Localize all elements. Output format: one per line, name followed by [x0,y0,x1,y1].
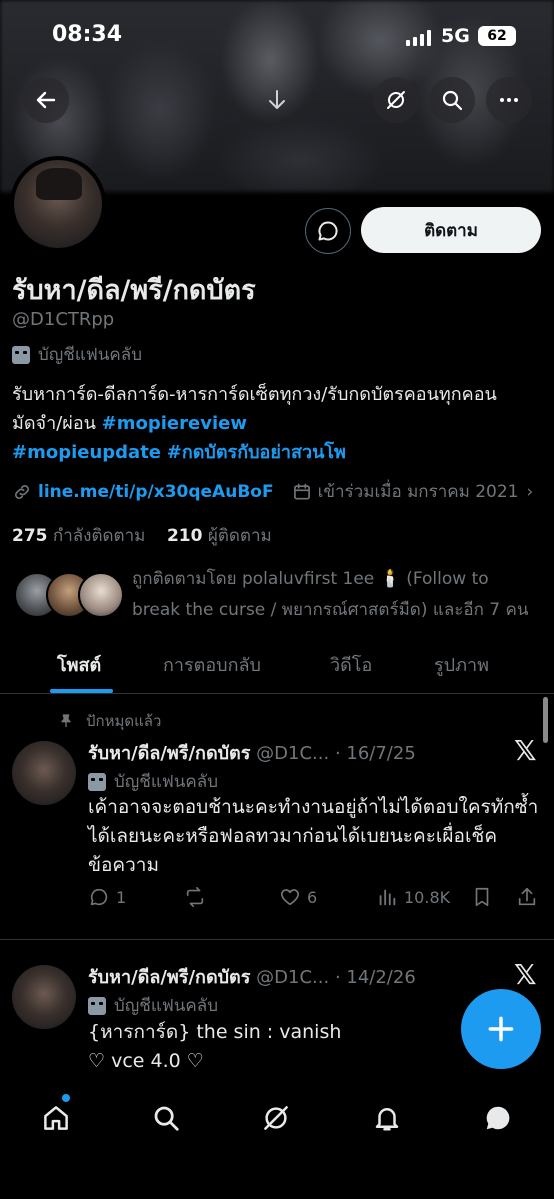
followers-link[interactable]: 210 ผู้ติดตาม [167,526,272,546]
nav-home[interactable] [36,1098,76,1138]
bookmark-button[interactable] [471,886,493,908]
arrow-left-icon [36,91,56,109]
reply-icon [90,888,108,906]
battery-icon: 62 [478,26,516,46]
post-author-handle: @D1C... [256,743,330,764]
joined-date: เข้าร่วมเมื่อ มกราคม 2021 [292,478,519,505]
bookmark-icon [475,887,489,907]
follow-counts: 275 กำลังติดตาม 210 ผู้ติดตาม [12,522,272,549]
followed-by-text: ถูกติดตามโดย polaluvfirst 1ee 🕯️ (Follow… [132,569,529,620]
nav-explore[interactable] [146,1098,186,1138]
profile-meta: line.me/ti/p/x30qeAuBoF เข้าร่วมเมื่อ มก… [12,478,542,505]
search-button[interactable] [429,77,475,123]
scrollbar[interactable] [543,697,548,743]
message-button[interactable] [305,208,351,254]
views-icon [379,889,396,906]
follow-button[interactable]: ติดตาม [361,207,541,253]
mask-icon [12,345,30,364]
post-account-label: บัญชีแฟนคลับ [88,992,218,1019]
avatar[interactable] [12,741,76,805]
tab-videos[interactable]: วิดีโอ [330,650,372,679]
post-header: รับหา/ดีล/พรี/กดบัตร @D1C... · 16/7/25 [88,743,416,764]
nav-messages[interactable] [478,1098,518,1138]
bottom-nav [0,1082,554,1199]
hashtag-link[interactable]: #กดบัตรกับอย่าสวนโพ [167,442,346,463]
x-logo-icon: 𝕏 [514,958,537,991]
active-tab-indicator [50,689,113,693]
tab-replies[interactable]: การตอบกลับ [163,650,261,679]
profile-handle: @D1CTRpp [12,309,115,330]
nav-notifications[interactable] [367,1098,407,1138]
post-author-handle: @D1C... [256,967,330,988]
following-link[interactable]: 275 กำลังติดตาม [12,526,145,546]
post-actions: 1 6 10.8K [88,886,548,914]
pinned-label: ปักหมุดแล้ว [58,709,161,733]
joined-text: เข้าร่วมเมื่อ มกราคม 2021 [317,482,519,502]
chat-icon [486,1106,510,1130]
post-header: รับหา/ดีล/พรี/กดบัตร @D1C... · 14/2/26 [88,967,416,988]
post-text: เค้าอาจจะตอบช้านะคะทำงานอยู่ถ้าไม่ได้ตอบ… [88,796,539,876]
post-date: 14/2/26 [346,967,416,988]
reply-button[interactable]: 1 [88,886,126,908]
post-date: 16/7/25 [346,743,416,764]
mask-icon [88,772,106,791]
message-icon [318,221,338,241]
plus-icon [488,1016,514,1042]
account-label-text: บัญชีแฟนคลับ [38,345,143,365]
search-icon [442,90,463,111]
post-author-name[interactable]: รับหา/ดีล/พรี/กดบัตร [88,743,250,764]
pin-icon [61,714,71,727]
home-icon [44,1106,68,1130]
chevron-right-icon[interactable]: › [527,482,534,502]
bell-icon [375,1108,399,1131]
tab-posts[interactable]: โพสต์ [57,650,101,679]
profile-avatar[interactable] [10,156,106,252]
back-button[interactable] [23,77,69,123]
retweet-button[interactable] [184,886,212,908]
share-icon [518,887,536,906]
pinned-text: ปักหมุดแล้ว [86,712,162,730]
calendar-icon [293,483,310,499]
profile-link[interactable]: line.me/ti/p/x30qeAuBoF [38,482,274,502]
notification-dot [62,1094,70,1102]
status-bar: 08:34 5G 62 [0,0,554,70]
nav-grok[interactable] [256,1098,296,1138]
status-time: 08:34 [52,22,123,47]
post-divider [0,939,554,940]
share-button[interactable] [516,886,538,908]
post-text: {หารการ์ด} the sin : vanish ♡ vce 4.0 ♡ [88,1021,342,1072]
bio-text: รับหาการ์ด-ดีลการ์ด-หารการ์ดเซ็ตทุกวง/รั… [12,384,497,434]
mask-icon [88,996,106,1015]
more-icon [500,98,518,102]
grok-icon [387,91,405,109]
avatar [78,572,124,618]
post-account-label: บัญชีแฟนคลับ [88,768,218,795]
grok-icon [264,1106,288,1130]
like-button[interactable]: 6 [279,886,317,908]
account-label: บัญชีแฟนคลับ [12,341,142,368]
search-icon [154,1106,179,1131]
network-type: 5G [441,25,470,47]
hashtag-link[interactable]: #mopieupdate [12,442,161,463]
profile-bio: รับหาการ์ด-ดีลการ์ด-หารการ์ดเซ็ตทุกวง/รั… [12,380,542,467]
post-author-name[interactable]: รับหา/ดีล/พรี/กดบัตร [88,967,250,988]
arrow-down-icon [269,90,285,109]
download-button[interactable] [254,77,300,123]
link-icon [15,484,29,499]
signal-icon [406,30,432,46]
retweet-icon [186,887,204,907]
grok-button[interactable] [373,77,419,123]
heart-icon [280,889,300,906]
profile-tabs: โพสต์ การตอบกลับ วิดีโอ รูปภาพ [0,640,554,694]
hashtag-link[interactable]: #mopiereview [102,413,247,434]
profile-name: รับหา/ดีล/พรี/กดบัตร [12,275,256,306]
x-logo-icon: 𝕏 [514,734,537,767]
avatar[interactable] [12,965,76,1029]
follower-avatars [12,572,124,622]
views-button[interactable]: 10.8K [376,886,450,908]
compose-button[interactable] [461,989,541,1069]
tab-photos[interactable]: รูปภาพ [434,650,489,679]
more-button[interactable] [486,77,532,123]
